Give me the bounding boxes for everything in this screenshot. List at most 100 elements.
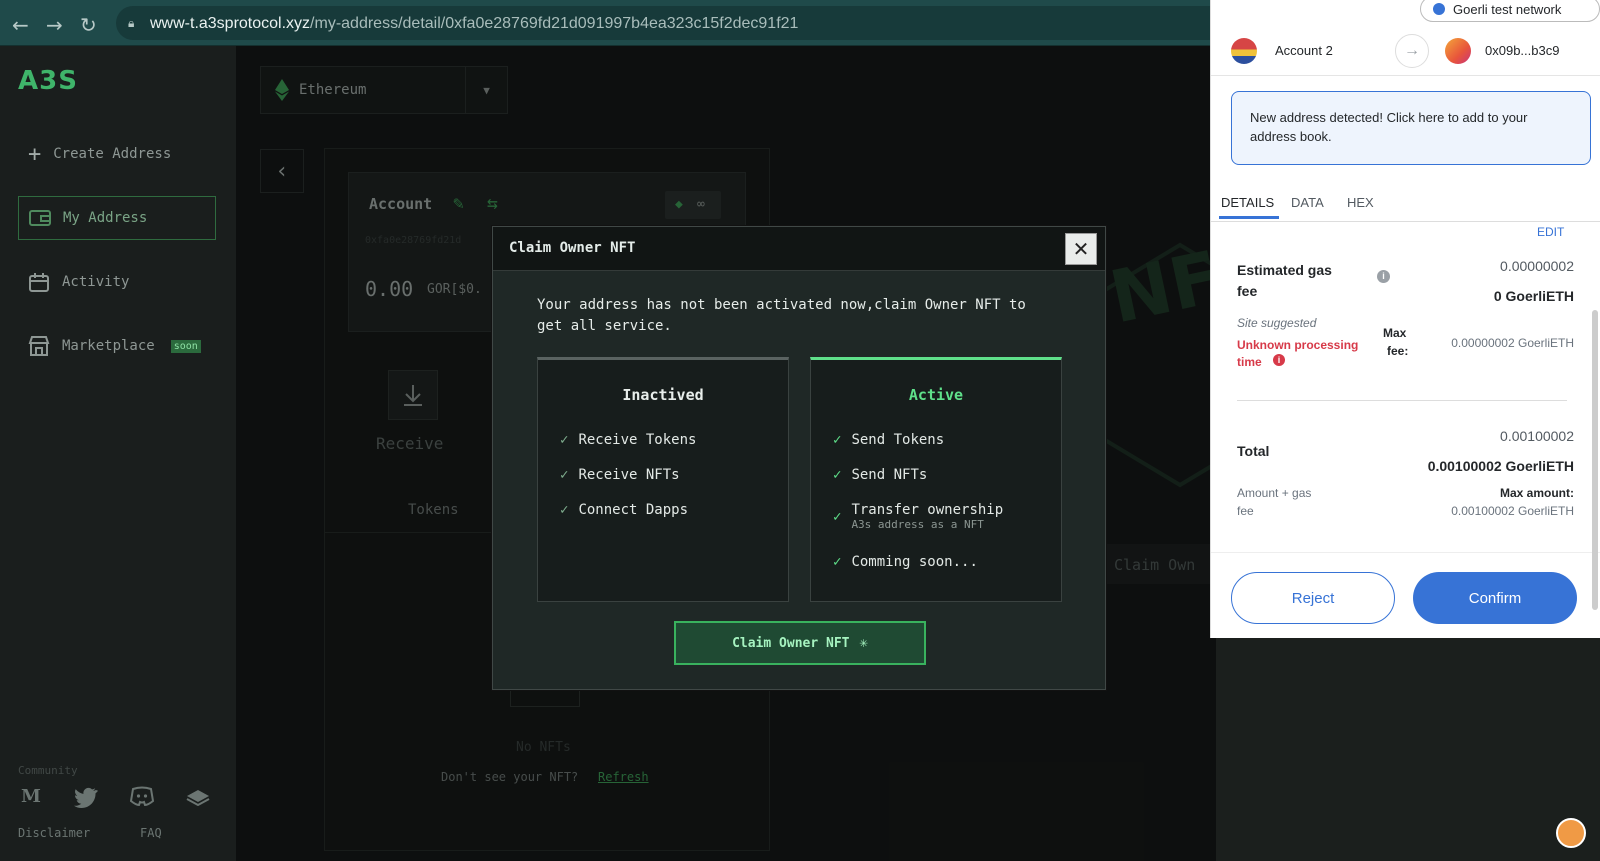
max-fee-label-2: fee:: [1387, 344, 1409, 358]
max-amount-value: 0.00100002 GoerliETH: [1451, 504, 1574, 518]
estimated-gas-label: Estimated gas: [1237, 262, 1332, 278]
edit-link[interactable]: EDIT: [1537, 225, 1564, 239]
a3s-logo[interactable]: A3S: [18, 66, 78, 96]
active-feature: ✓ Send NFTs: [833, 467, 927, 483]
sidebar-item-activity[interactable]: Activity: [28, 262, 218, 302]
faq-link[interactable]: FAQ: [140, 826, 162, 840]
active-feature: ✓ Transfer ownership A3s address as a NFT: [833, 502, 1003, 531]
max-fee-label: Max: [1383, 326, 1407, 340]
sidebar-item-label: Activity: [62, 274, 130, 290]
sidebar-item-label: Marketplace: [62, 338, 155, 354]
new-address-notice[interactable]: New address detected! Click here to add …: [1231, 91, 1591, 165]
check-icon: ✓: [833, 432, 842, 448]
feature-label: Transfer ownership: [851, 502, 1004, 518]
check-icon: ✓: [833, 508, 842, 525]
from-account[interactable]: Account 2: [1275, 43, 1333, 58]
max-fee-value: 0.00000002 GoerliETH: [1451, 336, 1574, 350]
estimated-gas-value: 0.00000002: [1500, 258, 1574, 274]
network-selector[interactable]: Goerli test network: [1420, 0, 1600, 22]
check-icon: ✓: [833, 554, 842, 570]
inactived-title: Inactived: [622, 386, 704, 404]
warning-info-icon[interactable]: i: [1273, 354, 1285, 366]
reject-button[interactable]: Reject: [1231, 572, 1395, 624]
check-icon: ✓: [833, 467, 842, 483]
active-title: Active: [908, 386, 964, 404]
metamask-fox-icon[interactable]: [1556, 818, 1586, 848]
close-button[interactable]: ✕: [1065, 233, 1097, 265]
url-text[interactable]: www-t.a3sprotocol.xyz/my-address/detail/…: [150, 15, 798, 33]
network-name: Goerli test network: [1453, 1, 1562, 17]
network-dot-icon: [1433, 3, 1445, 15]
footer-divider: [1211, 552, 1600, 553]
gitbook-icon[interactable]: [186, 786, 212, 812]
url-host: www-t.a3sprotocol.xyz: [150, 15, 311, 32]
amount-gas-label: Amount + gas: [1237, 486, 1312, 500]
modal-title: Claim Owner NFT: [509, 240, 636, 256]
community-label: Community: [18, 764, 78, 777]
sidebar-item-marketplace[interactable]: Marketplace soon: [28, 326, 218, 366]
metamask-popup: Account 2 → 0x09b...b3c9 New address det…: [1210, 0, 1600, 638]
inactive-feature: ✓ Receive NFTs: [560, 467, 680, 483]
claim-button-label: Claim Owner NFT: [732, 635, 850, 651]
active-feature: ✓ Send Tokens: [833, 432, 944, 448]
tab-details[interactable]: DETAILS: [1221, 195, 1274, 210]
sidebar: A3S + Create Address My Address Activity…: [0, 46, 236, 861]
scrollbar[interactable]: [1592, 310, 1598, 610]
back-arrow-icon[interactable]: ←: [12, 13, 29, 37]
forward-arrow-icon[interactable]: →: [46, 13, 63, 37]
sidebar-item-label: My Address: [63, 210, 148, 226]
unknown-processing-2: time: [1237, 355, 1262, 369]
tab-indicator: [1219, 216, 1279, 219]
url-path: /my-address/detail/0xfa0e28769fd21d09199…: [310, 15, 799, 32]
to-avatar: [1445, 38, 1471, 64]
arrow-right-icon: →: [1395, 34, 1429, 68]
feature-sublabel: A3s address as a NFT: [851, 518, 984, 531]
close-icon: ✕: [1072, 237, 1090, 261]
max-amount-label: Max amount:: [1499, 486, 1574, 500]
claim-owner-nft-modal: Claim Owner NFT ✕ Your address has not b…: [492, 226, 1106, 690]
tab-data[interactable]: DATA: [1291, 195, 1324, 210]
claim-owner-nft-button[interactable]: Claim Owner NFT ✳: [674, 621, 926, 665]
feature-label: Connect Dapps: [578, 502, 689, 518]
feature-label: Send NFTs: [851, 467, 928, 483]
from-avatar: [1231, 38, 1257, 64]
feature-label: Receive Tokens: [578, 432, 697, 448]
feature-label: Receive NFTs: [578, 467, 680, 483]
unknown-processing: Unknown processing: [1237, 338, 1359, 352]
site-suggested: Site suggested: [1237, 316, 1317, 330]
amount-gas-label-2: fee: [1237, 504, 1254, 518]
total-value: 0.00100002: [1500, 428, 1574, 444]
inactive-feature: ✓ Connect Dapps: [560, 502, 688, 518]
estimated-gas-eth: 0 GoerliETH: [1493, 288, 1574, 304]
discord-icon[interactable]: [130, 786, 156, 812]
total-eth: 0.00100002 GoerliETH: [1427, 458, 1574, 474]
confirm-button[interactable]: Confirm: [1413, 572, 1577, 624]
inactived-card: Inactived ✓ Receive Tokens ✓ Receive NFTs …: [537, 357, 789, 602]
store-icon: [28, 335, 50, 357]
active-feature: ✓ Comming soon...: [833, 554, 978, 570]
twitter-icon[interactable]: [74, 786, 100, 812]
feature-label: Send Tokens: [851, 432, 945, 448]
active-card: Active ✓ Send Tokens ✓ Send NFTs ✓ Transfer…: [810, 357, 1062, 602]
medium-icon[interactable]: M: [18, 786, 44, 812]
reload-icon[interactable]: ↻: [80, 13, 97, 37]
feature-label: Comming soon...: [851, 554, 978, 570]
check-icon: ✓: [560, 502, 569, 518]
tab-hex[interactable]: HEX: [1347, 195, 1374, 210]
total-label: Total: [1237, 443, 1270, 459]
plus-icon: +: [28, 141, 42, 167]
calendar-icon: [28, 271, 50, 293]
soon-badge: soon: [170, 339, 201, 353]
info-icon[interactable]: i: [1377, 270, 1390, 283]
sidebar-item-label: Create Address: [53, 146, 172, 162]
sidebar-item-create-address[interactable]: + Create Address: [28, 134, 218, 174]
modal-message: Your address has not been activated now,…: [537, 297, 1026, 334]
sidebar-item-my-address[interactable]: My Address: [18, 196, 216, 240]
lock-icon: 🔒︎: [128, 16, 135, 30]
divider: [1237, 400, 1567, 401]
estimated-gas-label-2: fee: [1237, 283, 1258, 299]
check-icon: ✓: [560, 467, 569, 483]
check-icon: ✓: [560, 432, 569, 448]
disclaimer-link[interactable]: Disclaimer: [18, 826, 90, 840]
to-address[interactable]: 0x09b...b3c9: [1485, 43, 1559, 58]
